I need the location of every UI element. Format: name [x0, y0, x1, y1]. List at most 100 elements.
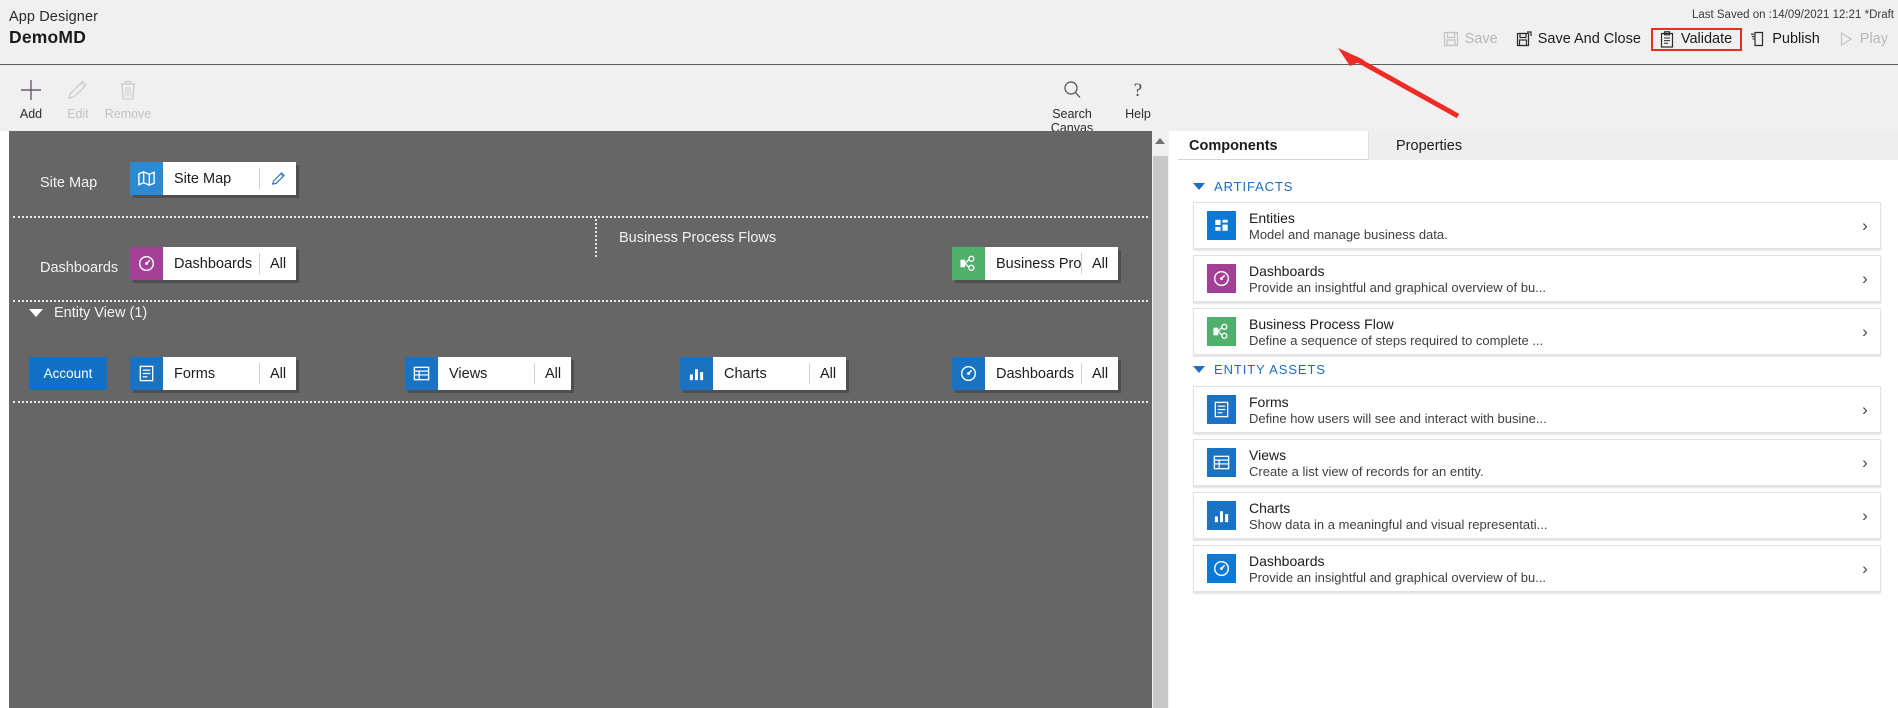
canvas-divider-3 — [13, 401, 1148, 403]
dashboard-icon — [130, 247, 163, 280]
row-label-sitemap: Site Map — [40, 175, 98, 191]
card-subtitle: Create a list view of records for an ent… — [1249, 463, 1484, 479]
tile-name: Forms — [174, 365, 216, 382]
card-subtitle: Model and manage business data. — [1249, 226, 1448, 242]
scroll-up-arrow-icon[interactable] — [1155, 138, 1165, 144]
chevron-down-icon — [1193, 183, 1205, 190]
card-title: Charts — [1249, 499, 1291, 516]
tab-properties[interactable]: Properties — [1368, 131, 1898, 160]
component-card-forms[interactable]: Forms Define how users will see and inte… — [1193, 386, 1881, 433]
section-entity-assets-toggle[interactable]: ENTITY ASSETS — [1193, 362, 1326, 377]
remove-button[interactable]: Remove — [97, 75, 159, 121]
tile-name: Business Proces... — [996, 255, 1081, 272]
entity-view-toggle[interactable]: Entity View (1) — [29, 305, 147, 321]
tab-components[interactable]: Components — [1178, 131, 1368, 160]
component-card-entities[interactable]: Entities Model and manage business data.… — [1193, 202, 1881, 249]
tile-all-label[interactable]: All — [810, 357, 846, 390]
section-entity-assets-label: ENTITY ASSETS — [1214, 362, 1326, 377]
chevron-right-icon[interactable]: › — [1850, 216, 1880, 236]
validate-label: Validate — [1680, 31, 1733, 47]
play-button[interactable]: Play — [1830, 28, 1898, 51]
tile-business-process-flow[interactable]: Business Proces... All — [952, 247, 1118, 280]
sitemap-icon — [130, 162, 163, 195]
save-close-icon — [1516, 30, 1532, 48]
card-title: Business Process Flow — [1249, 315, 1394, 332]
tile-name: Views — [449, 365, 488, 382]
save-and-close-label: Save And Close — [1537, 31, 1641, 47]
card-subtitle: Provide an insightful and graphical over… — [1249, 279, 1547, 295]
tile-all-label[interactable]: All — [535, 357, 571, 390]
save-icon — [1443, 31, 1459, 48]
edit-sitemap-icon[interactable] — [260, 162, 296, 195]
panel-tabs: Components Properties — [1178, 131, 1898, 160]
forms-icon — [130, 357, 163, 390]
help-icon: ? — [1107, 75, 1169, 105]
tab-components-label: Components — [1189, 137, 1278, 154]
tile-all-label[interactable]: All — [260, 247, 296, 280]
search-canvas-button[interactable]: Search Canvas — [1040, 75, 1104, 135]
component-card-views[interactable]: Views Create a list view of records for … — [1193, 439, 1881, 486]
views-icon — [405, 357, 438, 390]
publish-label: Publish — [1772, 31, 1820, 47]
trash-icon — [97, 75, 159, 105]
help-label: Help — [1125, 107, 1151, 121]
component-card-dashboards[interactable]: Dashboards Provide an insightful and gra… — [1193, 255, 1881, 302]
play-icon — [1838, 31, 1854, 48]
save-label: Save — [1464, 31, 1498, 47]
tile-charts[interactable]: Charts All — [680, 357, 846, 390]
canvas-divider-2 — [13, 300, 1148, 302]
chevron-right-icon[interactable]: › — [1850, 269, 1880, 289]
chevron-right-icon[interactable]: › — [1850, 559, 1880, 579]
chevron-right-icon[interactable]: › — [1850, 506, 1880, 526]
save-button[interactable]: Save — [1435, 28, 1508, 51]
section-artifacts-label: ARTIFACTS — [1214, 179, 1294, 194]
tile-name: Dashboards — [174, 255, 253, 272]
tile-all-label[interactable]: All — [1082, 247, 1118, 280]
tile-dashboards[interactable]: Dashboards All — [130, 247, 296, 280]
tile-entity-dashboards[interactable]: Dashboards All — [952, 357, 1118, 390]
dashboard-icon — [1207, 554, 1236, 583]
tile-all-label[interactable]: All — [260, 357, 296, 390]
app-canvas[interactable]: Site Map Site Map Dashboards Dashboards … — [9, 131, 1152, 708]
card-subtitle: Define how users will see and interact w… — [1249, 410, 1547, 426]
group-divider — [595, 219, 597, 257]
dashboard-icon — [952, 357, 985, 390]
entity-account-button[interactable]: Account — [29, 357, 107, 390]
tile-forms[interactable]: Forms All — [130, 357, 296, 390]
tile-name: Charts — [724, 365, 767, 382]
card-text: Forms Define how users will see and inte… — [1249, 394, 1850, 426]
tile-name: Site Map — [174, 170, 232, 187]
tile-site-map[interactable]: Site Map — [130, 162, 296, 195]
chevron-right-icon[interactable]: › — [1850, 400, 1880, 420]
publish-button[interactable]: Publish — [1742, 28, 1830, 51]
charts-icon — [1207, 501, 1236, 530]
canvas-divider-1 — [13, 216, 1148, 218]
card-text: Dashboards Provide an insightful and gra… — [1249, 263, 1850, 295]
help-button[interactable]: ? Help — [1107, 75, 1169, 121]
card-subtitle: Provide an insightful and graphical over… — [1249, 569, 1547, 585]
dashboard-icon — [1207, 264, 1236, 293]
chevron-right-icon[interactable]: › — [1850, 322, 1880, 342]
publish-icon — [1750, 31, 1766, 48]
chevron-right-icon[interactable]: › — [1850, 453, 1880, 473]
bpf-icon — [1207, 317, 1236, 346]
tile-views[interactable]: Views All — [405, 357, 571, 390]
tab-underline — [1178, 159, 1368, 160]
canvas-scrollbar-thumb[interactable] — [1153, 156, 1168, 708]
last-saved-status: Last Saved on :14/09/2021 12:21 *Draft — [1691, 9, 1894, 21]
entity-view-label: Entity View (1) — [54, 305, 148, 321]
app-title: DemoMD — [9, 27, 87, 47]
charts-icon — [680, 357, 713, 390]
section-artifacts-toggle[interactable]: ARTIFACTS — [1193, 179, 1293, 194]
row-label-dashboards: Dashboards — [40, 260, 119, 276]
component-card-entity-dashboards[interactable]: Dashboards Provide an insightful and gra… — [1193, 545, 1881, 592]
component-card-charts[interactable]: Charts Show data in a meaningful and vis… — [1193, 492, 1881, 539]
chevron-down-icon — [29, 309, 43, 317]
entities-icon — [1207, 211, 1236, 240]
card-title: Dashboards — [1249, 262, 1325, 279]
component-card-business-process-flow[interactable]: Business Process Flow Define a sequence … — [1193, 308, 1881, 355]
validate-button[interactable]: Validate — [1650, 27, 1743, 51]
save-and-close-button[interactable]: Save And Close — [1508, 28, 1651, 51]
tile-all-label[interactable]: All — [1082, 357, 1118, 390]
card-text: Views Create a list view of records for … — [1249, 447, 1850, 479]
